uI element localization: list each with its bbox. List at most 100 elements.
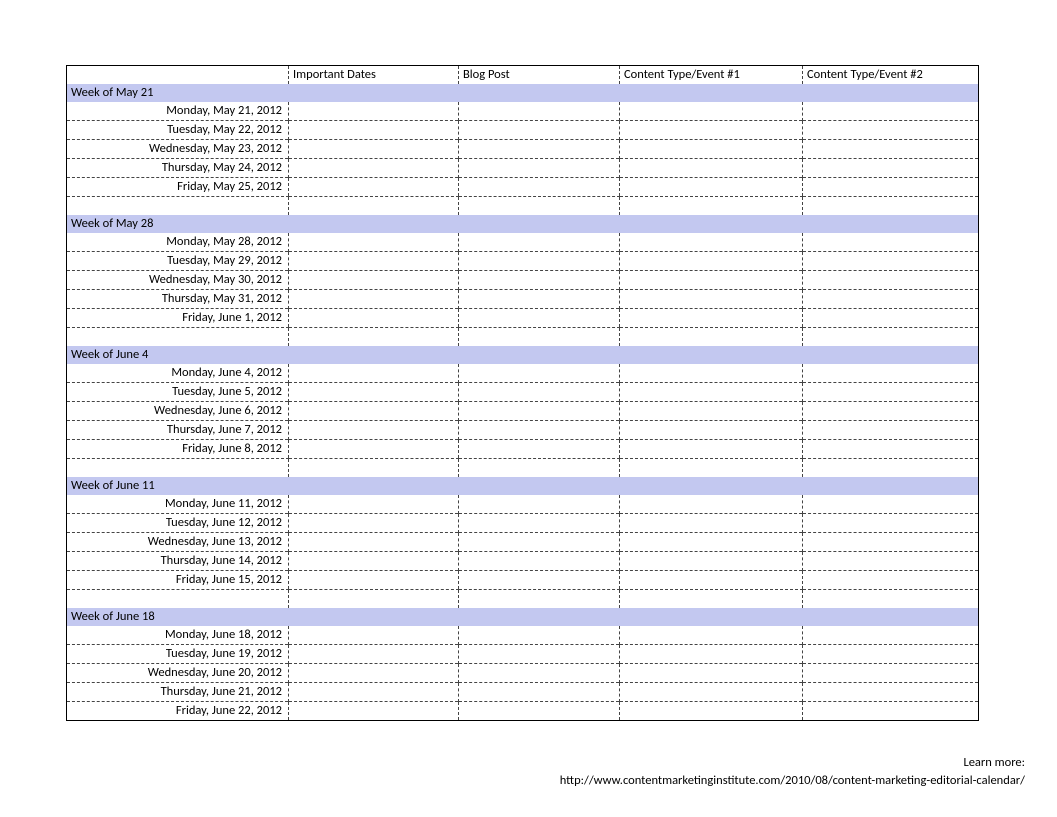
cell-blog-post[interactable] xyxy=(459,683,620,702)
cell-blog-post[interactable] xyxy=(459,290,620,309)
cell-important-dates[interactable] xyxy=(289,495,459,514)
cell-content-type-1[interactable] xyxy=(620,402,803,421)
cell-blog-post[interactable] xyxy=(459,233,620,252)
cell-content-type-1[interactable] xyxy=(620,383,803,402)
cell-content-type-2[interactable] xyxy=(803,309,979,328)
cell-content-type-1[interactable] xyxy=(620,121,803,140)
cell-blog-post[interactable] xyxy=(459,421,620,440)
cell-important-dates[interactable] xyxy=(289,402,459,421)
cell-important-dates[interactable] xyxy=(289,514,459,533)
cell-important-dates[interactable] xyxy=(289,533,459,552)
cell-important-dates[interactable] xyxy=(289,552,459,571)
cell-content-type-2[interactable] xyxy=(803,178,979,197)
cell-important-dates[interactable] xyxy=(289,421,459,440)
cell-blog-post[interactable] xyxy=(459,309,620,328)
cell-important-dates[interactable] xyxy=(289,121,459,140)
cell-content-type-1[interactable] xyxy=(620,440,803,459)
cell-important-dates[interactable] xyxy=(289,178,459,197)
cell-blog-post[interactable] xyxy=(459,402,620,421)
cell-blog-post[interactable] xyxy=(459,495,620,514)
cell-blog-post[interactable] xyxy=(459,571,620,590)
cell-content-type-1[interactable] xyxy=(620,233,803,252)
cell-important-dates[interactable] xyxy=(289,159,459,178)
cell-content-type-1[interactable] xyxy=(620,364,803,383)
cell-content-type-2[interactable] xyxy=(803,514,979,533)
cell-content-type-2[interactable] xyxy=(803,664,979,683)
cell-content-type-2[interactable] xyxy=(803,364,979,383)
cell-content-type-1[interactable] xyxy=(620,271,803,290)
cell-blog-post[interactable] xyxy=(459,626,620,645)
cell-content-type-1[interactable] xyxy=(620,290,803,309)
cell-content-type-2[interactable] xyxy=(803,645,979,664)
cell-content-type-1[interactable] xyxy=(620,421,803,440)
cell-content-type-1[interactable] xyxy=(620,552,803,571)
cell-content-type-2[interactable] xyxy=(803,702,979,721)
cell-important-dates[interactable] xyxy=(289,233,459,252)
cell-important-dates[interactable] xyxy=(289,383,459,402)
cell-content-type-2[interactable] xyxy=(803,271,979,290)
cell-content-type-1[interactable] xyxy=(620,626,803,645)
cell-content-type-2[interactable] xyxy=(803,495,979,514)
cell-blog-post[interactable] xyxy=(459,364,620,383)
cell-content-type-2[interactable] xyxy=(803,383,979,402)
cell-content-type-1[interactable] xyxy=(620,533,803,552)
cell-blog-post[interactable] xyxy=(459,140,620,159)
cell-content-type-1[interactable] xyxy=(620,102,803,121)
cell-content-type-1[interactable] xyxy=(620,252,803,271)
cell-important-dates[interactable] xyxy=(289,683,459,702)
cell-content-type-1[interactable] xyxy=(620,514,803,533)
cell-important-dates[interactable] xyxy=(289,664,459,683)
cell-content-type-1[interactable] xyxy=(620,664,803,683)
cell-content-type-2[interactable] xyxy=(803,533,979,552)
cell-blog-post[interactable] xyxy=(459,702,620,721)
cell-blog-post[interactable] xyxy=(459,440,620,459)
cell-important-dates[interactable] xyxy=(289,290,459,309)
cell-content-type-1[interactable] xyxy=(620,140,803,159)
cell-content-type-1[interactable] xyxy=(620,702,803,721)
cell-important-dates[interactable] xyxy=(289,364,459,383)
cell-content-type-1[interactable] xyxy=(620,178,803,197)
cell-content-type-2[interactable] xyxy=(803,571,979,590)
cell-important-dates[interactable] xyxy=(289,626,459,645)
cell-content-type-2[interactable] xyxy=(803,140,979,159)
cell-blog-post[interactable] xyxy=(459,102,620,121)
cell-blog-post[interactable] xyxy=(459,252,620,271)
cell-important-dates[interactable] xyxy=(289,102,459,121)
cell-content-type-1[interactable] xyxy=(620,309,803,328)
cell-important-dates[interactable] xyxy=(289,645,459,664)
cell-important-dates[interactable] xyxy=(289,571,459,590)
cell-blog-post[interactable] xyxy=(459,552,620,571)
cell-content-type-2[interactable] xyxy=(803,683,979,702)
cell-content-type-1[interactable] xyxy=(620,495,803,514)
cell-blog-post[interactable] xyxy=(459,121,620,140)
cell-content-type-1[interactable] xyxy=(620,683,803,702)
cell-content-type-2[interactable] xyxy=(803,252,979,271)
cell-blog-post[interactable] xyxy=(459,533,620,552)
cell-content-type-2[interactable] xyxy=(803,626,979,645)
cell-important-dates[interactable] xyxy=(289,702,459,721)
cell-important-dates[interactable] xyxy=(289,440,459,459)
cell-content-type-2[interactable] xyxy=(803,121,979,140)
cell-content-type-2[interactable] xyxy=(803,290,979,309)
cell-content-type-1[interactable] xyxy=(620,645,803,664)
cell-blog-post[interactable] xyxy=(459,159,620,178)
cell-important-dates[interactable] xyxy=(289,309,459,328)
cell-content-type-2[interactable] xyxy=(803,440,979,459)
cell-blog-post[interactable] xyxy=(459,514,620,533)
cell-content-type-1[interactable] xyxy=(620,159,803,178)
cell-content-type-2[interactable] xyxy=(803,552,979,571)
cell-important-dates[interactable] xyxy=(289,252,459,271)
cell-blog-post[interactable] xyxy=(459,664,620,683)
cell-blog-post[interactable] xyxy=(459,383,620,402)
cell-content-type-2[interactable] xyxy=(803,402,979,421)
cell-blog-post[interactable] xyxy=(459,178,620,197)
cell-content-type-2[interactable] xyxy=(803,159,979,178)
cell-blog-post[interactable] xyxy=(459,645,620,664)
cell-content-type-2[interactable] xyxy=(803,233,979,252)
cell-blog-post[interactable] xyxy=(459,271,620,290)
cell-important-dates[interactable] xyxy=(289,271,459,290)
cell-content-type-2[interactable] xyxy=(803,102,979,121)
cell-content-type-1[interactable] xyxy=(620,571,803,590)
cell-content-type-2[interactable] xyxy=(803,421,979,440)
cell-important-dates[interactable] xyxy=(289,140,459,159)
